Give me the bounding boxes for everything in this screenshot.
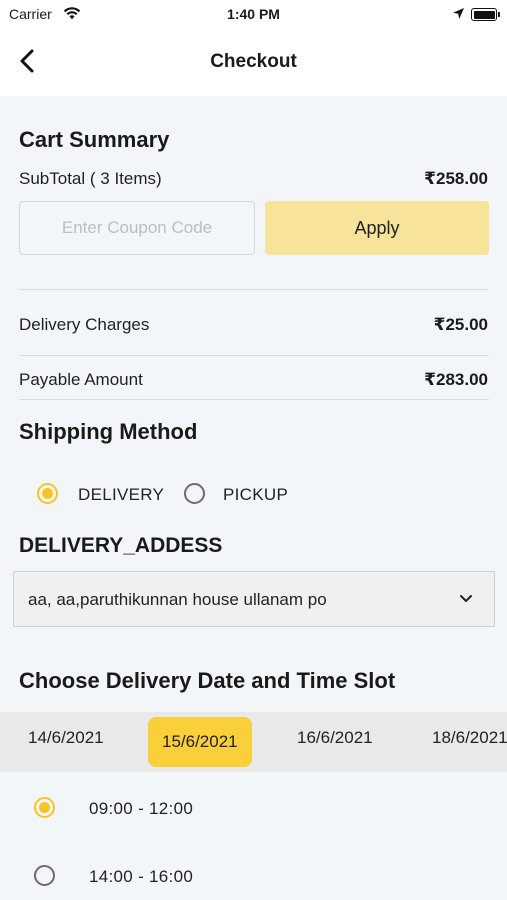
- shipping-method-title: Shipping Method: [19, 419, 198, 444]
- payable-amount-value: ₹283.00: [424, 370, 488, 389]
- coupon-code-input[interactable]: [19, 201, 255, 255]
- divider: [19, 355, 489, 356]
- radio-unselected-icon[interactable]: [184, 483, 205, 504]
- radio-unselected-icon[interactable]: [34, 865, 55, 886]
- page-title: Checkout: [210, 51, 297, 72]
- date-option-selected[interactable]: 15/6/2021: [148, 717, 252, 767]
- shipping-option-label: DELIVERY: [78, 485, 165, 504]
- shipping-option-label: PICKUP: [223, 485, 289, 504]
- radio-selected-icon[interactable]: [34, 797, 55, 818]
- date-option[interactable]: 16/6/2021: [297, 728, 373, 748]
- time-slot-label: 09:00 - 12:00: [89, 799, 194, 818]
- payable-amount-label: Payable Amount: [19, 370, 143, 389]
- time-slot-label: 14:00 - 16:00: [89, 867, 194, 886]
- cart-summary-title: Cart Summary: [19, 127, 170, 152]
- divider: [19, 399, 489, 400]
- delivery-charges-label: Delivery Charges: [19, 315, 150, 334]
- divider: [19, 289, 489, 290]
- radio-selected-icon[interactable]: [37, 483, 58, 504]
- delivery-address-title: DELIVERY_ADDESS: [19, 534, 223, 557]
- location-arrow-icon: [452, 7, 465, 24]
- date-option[interactable]: 18/6/2021: [432, 728, 507, 748]
- apply-coupon-button[interactable]: Apply: [265, 201, 489, 255]
- status-bar: Carrier 1:40 PM: [0, 0, 507, 30]
- chevron-down-icon: [458, 590, 474, 611]
- subtotal-value: ₹258.00: [424, 169, 488, 188]
- delivery-schedule-title: Choose Delivery Date and Time Slot: [19, 668, 396, 693]
- delivery-charges-value: ₹25.00: [433, 315, 488, 334]
- subtotal-label: SubTotal ( 3 Items): [19, 169, 162, 188]
- nav-bar: Checkout: [0, 30, 507, 96]
- checkout-content: Cart Summary SubTotal ( 3 Items) ₹258.00…: [0, 96, 507, 900]
- date-selector[interactable]: 14/6/2021 15/6/2021 16/6/2021 18/6/2021: [0, 712, 507, 772]
- battery-icon: [471, 8, 500, 21]
- delivery-address-dropdown[interactable]: aa, aa,paruthikunnan house ullanam po: [13, 571, 495, 627]
- clock: 1:40 PM: [227, 6, 280, 22]
- selected-address: aa, aa,paruthikunnan house ullanam po: [28, 590, 327, 609]
- date-option[interactable]: 14/6/2021: [28, 728, 104, 748]
